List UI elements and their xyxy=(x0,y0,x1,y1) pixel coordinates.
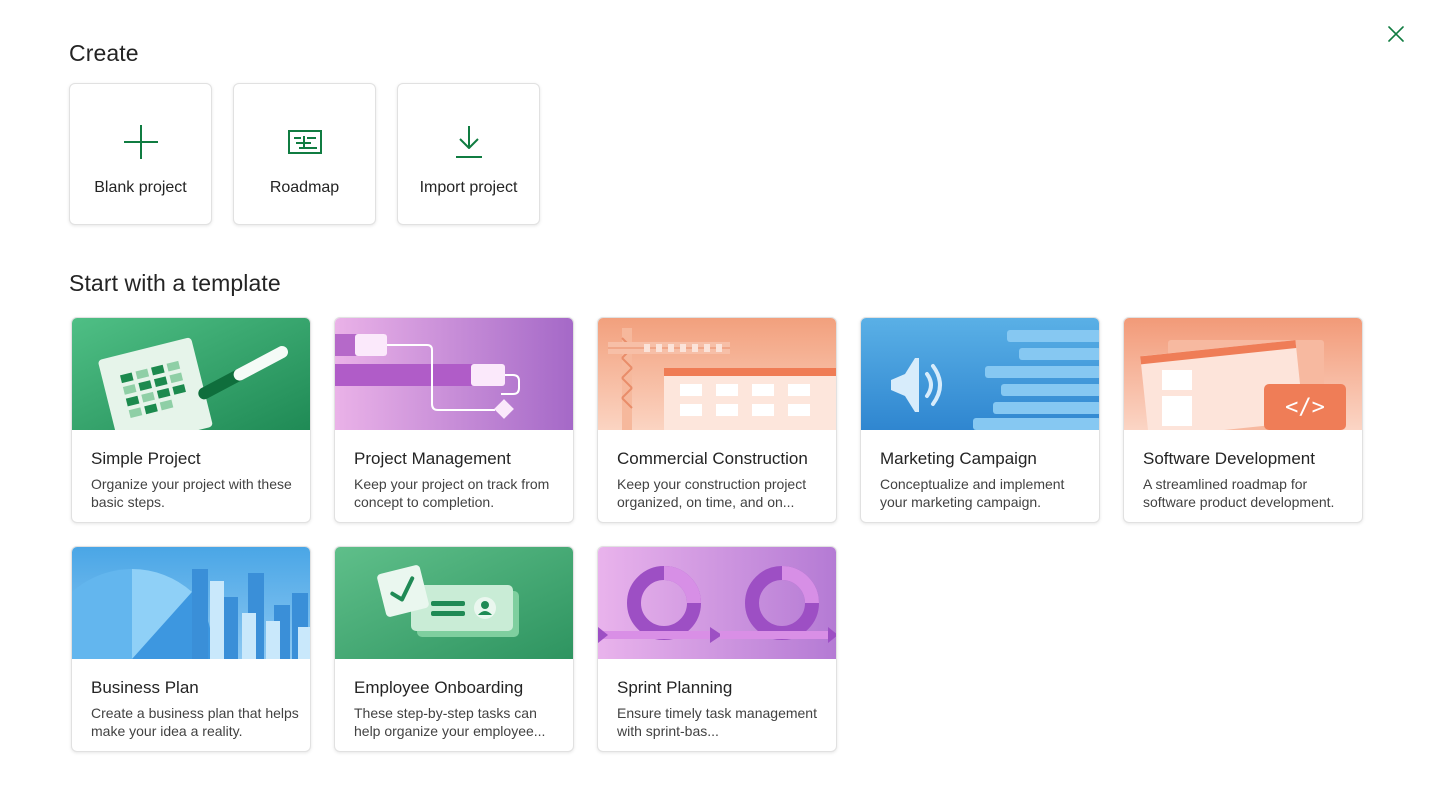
template-name: Employee Onboarding xyxy=(354,678,524,697)
marketing-campaign-illustration xyxy=(861,318,1099,430)
template-description: A streamlined roadmap for software produ… xyxy=(1143,476,1335,510)
template-name: Commercial Construction xyxy=(617,449,808,468)
template-card-simple-project[interactable]: Simple Project Organize your project wit… xyxy=(71,317,311,523)
download-icon xyxy=(449,122,489,162)
project-management-illustration xyxy=(335,318,573,430)
roadmap-label: Roadmap xyxy=(269,179,340,196)
import-project-button[interactable]: Import project xyxy=(397,83,540,225)
template-card-commercial-construction[interactable]: Commercial Construction Keep your constr… xyxy=(597,317,837,523)
sprint-planning-illustration xyxy=(598,547,836,659)
commercial-construction-illustration xyxy=(598,318,836,430)
create-heading: Create xyxy=(69,40,139,66)
template-name: Business Plan xyxy=(91,678,199,697)
template-name: Project Management xyxy=(354,449,511,468)
create-options: Blank project Roadmap Import project xyxy=(69,83,540,225)
template-name: Sprint Planning xyxy=(617,678,733,697)
template-heading: Start with a template xyxy=(69,270,281,296)
blank-project-label: Blank project xyxy=(94,179,187,196)
template-description: Create a business plan that helps make y… xyxy=(91,705,299,739)
template-card-marketing-campaign[interactable]: Marketing Campaign Conceptualize and imp… xyxy=(860,317,1100,523)
template-description: Keep your construction project organized… xyxy=(617,476,807,510)
import-project-label: Import project xyxy=(419,179,518,196)
svg-text:</>: </> xyxy=(1285,395,1325,420)
template-card-employee-onboarding[interactable]: Employee Onboarding These step-by-step t… xyxy=(334,546,574,752)
software-development-illustration: </> xyxy=(1124,318,1362,430)
template-description: These step-by-step tasks can help organi… xyxy=(354,705,546,739)
close-button[interactable] xyxy=(1384,22,1408,46)
employee-onboarding-illustration xyxy=(335,547,573,659)
roadmap-icon xyxy=(285,122,325,162)
template-description: Conceptualize and implement your marketi… xyxy=(880,476,1065,510)
template-description: Ensure timely task management with sprin… xyxy=(617,705,817,739)
roadmap-button[interactable]: Roadmap xyxy=(233,83,376,225)
template-name: Simple Project xyxy=(91,449,201,468)
template-card-software-development[interactable]: </> Software Development A streamlined r… xyxy=(1123,317,1363,523)
template-card-project-management[interactable]: Project Management Keep your project on … xyxy=(334,317,574,523)
template-name: Software Development xyxy=(1143,449,1315,468)
simple-project-illustration xyxy=(72,318,310,430)
template-description: Organize your project with these basic s… xyxy=(91,476,292,510)
template-description: Keep your project on track from concept … xyxy=(354,476,550,510)
plus-icon xyxy=(121,122,161,162)
business-plan-illustration xyxy=(72,547,310,659)
close-icon xyxy=(1388,26,1404,42)
template-card-business-plan[interactable]: Business Plan Create a business plan tha… xyxy=(71,546,311,752)
template-name: Marketing Campaign xyxy=(880,449,1037,468)
blank-project-button[interactable]: Blank project xyxy=(69,83,212,225)
template-card-sprint-planning[interactable]: Sprint Planning Ensure timely task manag… xyxy=(597,546,837,752)
